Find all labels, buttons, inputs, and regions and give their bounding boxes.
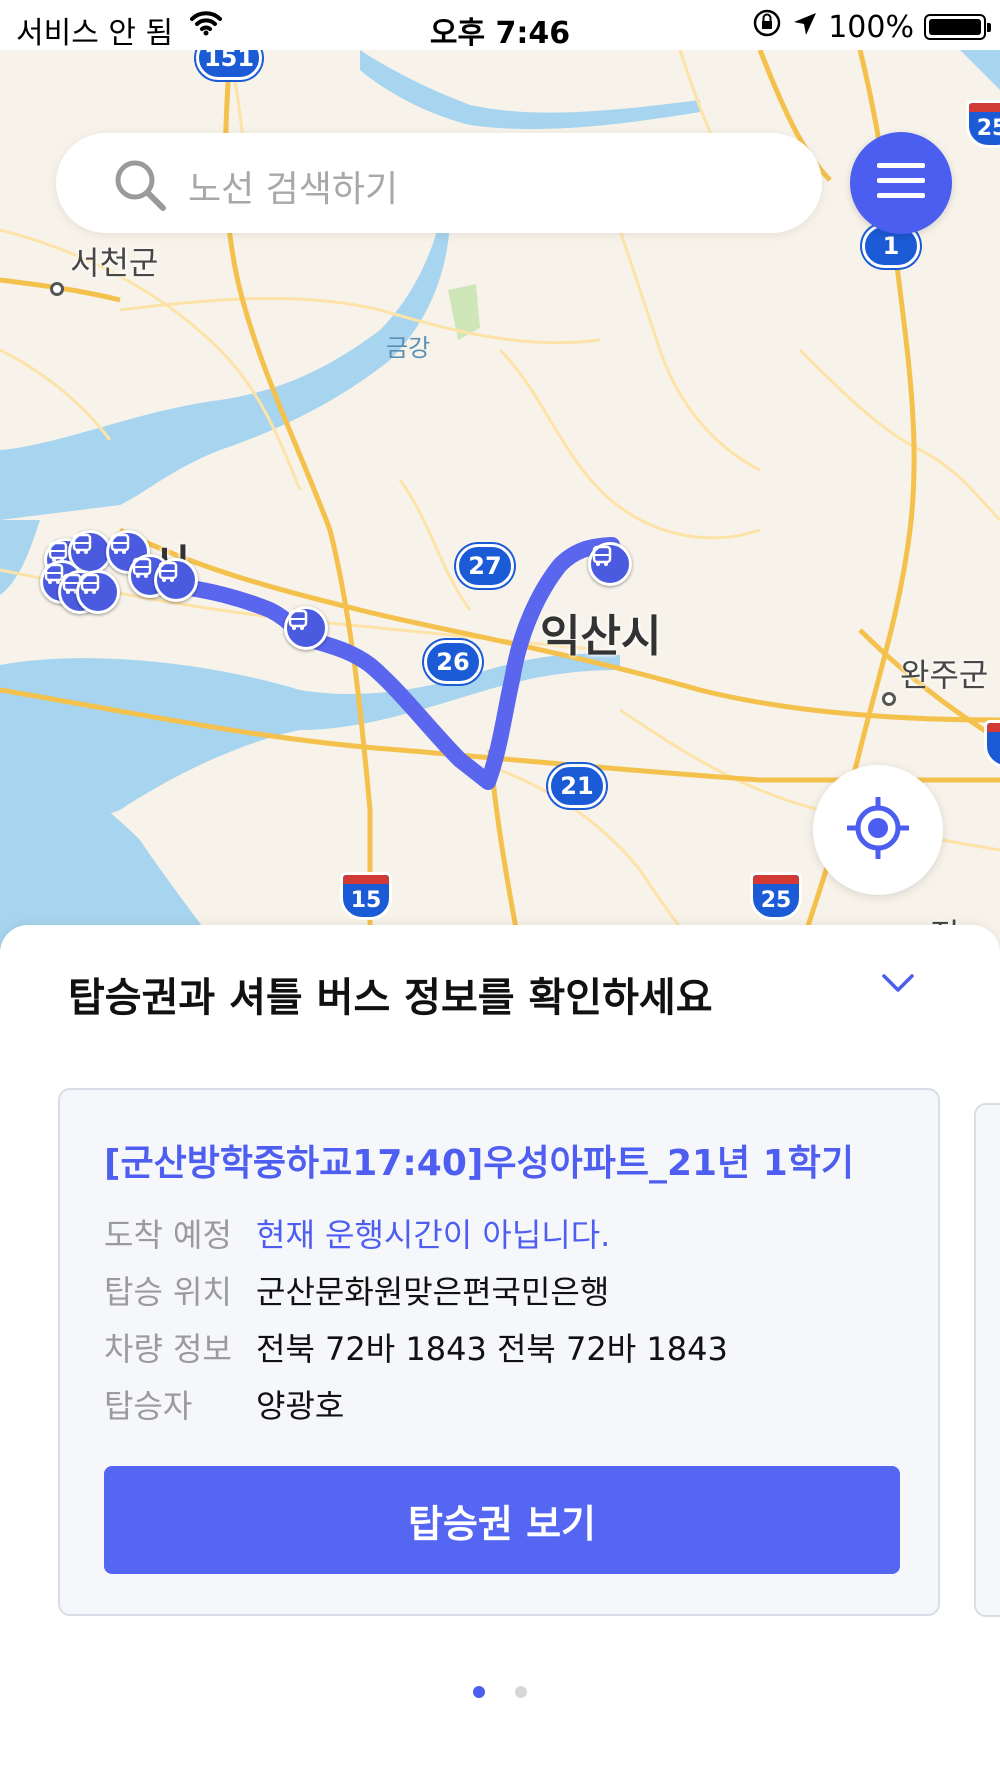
info-row-boarding-location: 탑승 위치 군산문화원맞은편국민은행 [104, 1267, 609, 1313]
bus-stop-marker[interactable] [76, 570, 120, 614]
bus-stop-marker[interactable] [154, 558, 198, 602]
map-label-iksan: 익산시 [540, 611, 662, 662]
sheet-title: 탑승권과 셔틀 버스 정보를 확인하세요 [68, 975, 713, 1021]
info-row-arrival: 도착 예정 현재 운행시간이 아닙니다. [104, 1210, 610, 1256]
next-ticket-card-peek[interactable] [974, 1103, 1000, 1617]
map-label-wanju: 완주군 [900, 656, 989, 694]
map-label-seocheon: 서천군 [70, 244, 159, 282]
view-ticket-button[interactable]: 탑승권 보기 [104, 1466, 900, 1574]
highway-shield-15: 15 [340, 872, 392, 920]
map-label-geumgang: 금강 [386, 334, 431, 362]
info-label: 도착 예정 [104, 1216, 232, 1254]
highway-shield-25: 25 [750, 872, 802, 920]
info-value: 전북 72바 1843 전북 72바 1843 [256, 1330, 728, 1368]
menu-button[interactable] [850, 132, 952, 234]
info-value: 현재 운행시간이 아닙니다. [256, 1216, 611, 1254]
city-dot-seocheon [50, 282, 64, 296]
locate-me-icon [845, 795, 911, 865]
bus-stop-marker[interactable] [588, 542, 632, 586]
info-label: 차량 정보 [104, 1330, 232, 1368]
shuttle-route-title: [군산방학중하교17:40]우성아파트_21년 1학기 [104, 1143, 854, 1184]
hamburger-menu-icon [877, 161, 925, 205]
info-label: 탑승 위치 [104, 1273, 232, 1311]
route-shield-27: 27 [456, 544, 514, 588]
pager-dot-active[interactable] [473, 1686, 485, 1698]
current-location-button[interactable] [813, 765, 943, 895]
info-row-vehicle: 차량 정보 전북 72바 1843 전북 72바 1843 [104, 1324, 728, 1370]
city-dot-wanju [882, 692, 896, 706]
search-icon [112, 157, 168, 217]
search-placeholder: 노선 검색하기 [188, 169, 399, 210]
info-row-passenger: 탑승자 양광호 [104, 1381, 344, 1427]
status-bar: 서비스 안 됨 오후 7:46 100% [0, 0, 1000, 51]
orientation-lock-icon [752, 8, 782, 46]
info-value: 군산문화원맞은편국민은행 [256, 1273, 610, 1311]
shuttle-ticket-card[interactable]: [군산방학중하교17:40]우성아파트_21년 1학기 도착 예정 현재 운행시간… [58, 1088, 940, 1616]
pager-dot[interactable] [515, 1686, 527, 1698]
info-label: 탑승자 [104, 1387, 193, 1425]
route-shield-21: 21 [548, 764, 606, 808]
battery-icon [924, 14, 991, 40]
info-value: 양광호 [256, 1387, 345, 1425]
bus-stop-marker[interactable] [284, 606, 328, 650]
route-shield-151: 151 [196, 50, 262, 80]
location-arrow-icon [792, 10, 818, 45]
card-pager [0, 1686, 1000, 1698]
route-shield-26: 26 [424, 640, 482, 684]
collapse-chevron-down-icon[interactable] [880, 971, 916, 999]
route-search-bar[interactable]: 노선 검색하기 [56, 133, 822, 233]
battery-percent: 100% [828, 9, 914, 45]
highway-shield-25-top: 25 [966, 100, 1000, 148]
ticket-info-sheet: 탑승권과 셔틀 버스 정보를 확인하세요 [군산방학중하교17:40]우성아파트… [0, 925, 1000, 1778]
